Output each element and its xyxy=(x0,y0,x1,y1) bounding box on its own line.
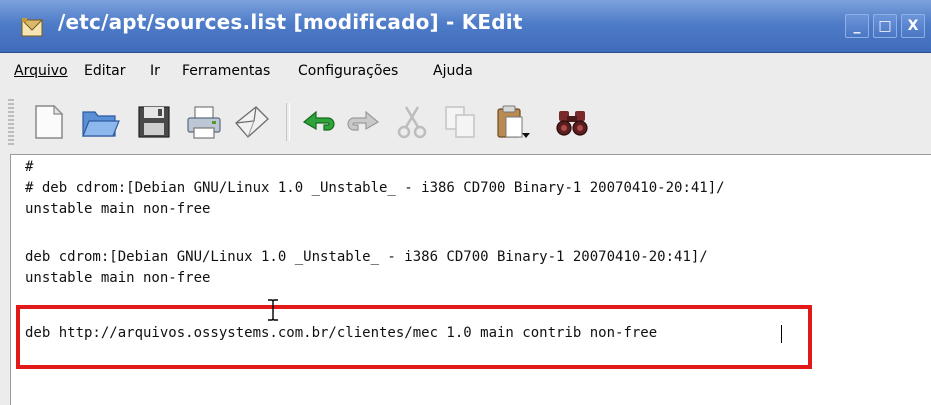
open-folder-icon[interactable] xyxy=(80,103,120,141)
menu-ajuda[interactable]: Ajuda xyxy=(433,63,473,79)
toolbar xyxy=(0,91,931,153)
ibeam-cursor-icon xyxy=(268,299,278,321)
minimize-button[interactable]: _ xyxy=(845,14,869,38)
menu-bar: Arquivo Editar Ir Ferramentas Configuraç… xyxy=(0,55,931,91)
editor-line: unstable main non-free xyxy=(25,201,211,217)
new-file-icon[interactable] xyxy=(28,103,68,141)
send-mail-icon[interactable] xyxy=(232,103,272,141)
text-cursor xyxy=(781,325,782,343)
text-editor-area[interactable]: # # deb cdrom:[Debian GNU/Linux 1.0 _Uns… xyxy=(10,154,931,405)
undo-icon[interactable] xyxy=(298,103,338,141)
window-title: /etc/apt/sources.list [modificado] - KEd… xyxy=(58,10,523,34)
highlight-annotation-box xyxy=(16,305,812,369)
maximize-button[interactable]: □ xyxy=(873,14,897,38)
title-bar[interactable]: /etc/apt/sources.list [modificado] - KEd… xyxy=(0,0,931,53)
paste-icon[interactable] xyxy=(492,103,532,141)
menu-ferramentas[interactable]: Ferramentas xyxy=(182,63,270,79)
toolbar-separator xyxy=(286,103,290,141)
kedit-window: /etc/apt/sources.list [modificado] - KEd… xyxy=(0,0,931,405)
close-button[interactable]: X xyxy=(901,14,925,38)
menu-ir[interactable]: Ir xyxy=(150,63,160,79)
redo-icon[interactable] xyxy=(344,103,384,141)
save-icon[interactable] xyxy=(134,103,174,141)
cut-icon[interactable] xyxy=(392,103,432,141)
copy-icon[interactable] xyxy=(440,103,480,141)
toolbar-grip[interactable] xyxy=(8,99,14,145)
menu-arquivo[interactable]: Arquivo xyxy=(14,63,68,79)
editor-line: # xyxy=(25,159,34,175)
find-binoculars-icon[interactable] xyxy=(552,103,592,141)
editor-line: unstable main non-free xyxy=(25,270,211,286)
menu-configuracoes[interactable]: Configurações xyxy=(298,63,398,79)
menu-editar[interactable]: Editar xyxy=(84,63,125,79)
editor-line: deb cdrom:[Debian GNU/Linux 1.0 _Unstabl… xyxy=(25,249,708,265)
editor-line: # deb cdrom:[Debian GNU/Linux 1.0 _Unsta… xyxy=(25,180,725,196)
print-icon[interactable] xyxy=(184,103,224,141)
kedit-app-icon[interactable] xyxy=(20,16,44,38)
